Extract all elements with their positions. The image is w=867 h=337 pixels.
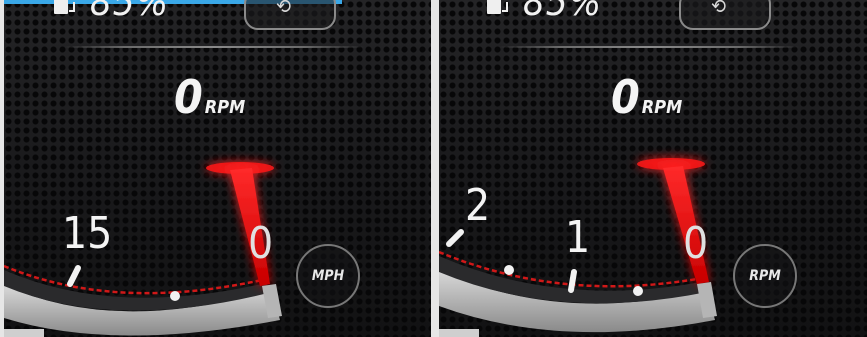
fuel-level: 85% <box>90 0 169 24</box>
header-divider <box>499 46 799 48</box>
rpm-unit: RPM <box>204 97 246 118</box>
major-tick <box>446 229 464 247</box>
unit-toggle-button[interactable]: RPM <box>733 244 797 308</box>
mode-button[interactable]: ⟲ <box>244 0 336 30</box>
tick-label-1: 1 <box>565 212 591 263</box>
header-divider <box>64 46 364 48</box>
mode-button[interactable]: ⟲ <box>679 0 771 30</box>
gauge-panel-mph: 85% ⟲ 0 RPM 15 0 MPH <box>4 0 431 337</box>
fuel-pump-icon <box>487 0 501 14</box>
minor-tick <box>633 286 643 296</box>
rpm-readout: 0 RPM <box>611 72 682 133</box>
route-icon: ⟲ <box>711 0 727 18</box>
route-icon: ⟲ <box>276 0 292 18</box>
fuel-nozzle-icon <box>69 2 75 12</box>
rpm-gauge <box>439 158 717 333</box>
gauge-panel-rpm: 85% ⟲ 0 RPM 2 1 0 RPM <box>439 0 867 337</box>
major-tick <box>67 265 81 287</box>
comparison-frame: 85% ⟲ 0 RPM 15 0 MPH 85% ⟲ 0 RPM 2 1 0 R… <box>0 0 867 337</box>
fuel-pump-icon <box>54 0 68 14</box>
minor-tick <box>170 291 180 301</box>
unit-toggle-button[interactable]: MPH <box>296 244 360 308</box>
major-tick <box>568 269 577 293</box>
bottom-bar <box>4 329 44 337</box>
tick-label-0: 0 <box>683 218 709 269</box>
rpm-value: 0 <box>174 70 203 124</box>
rpm-value: 0 <box>611 70 640 124</box>
tick-label-15: 15 <box>62 208 113 259</box>
bottom-bar <box>439 329 479 337</box>
tick-label-2: 2 <box>465 180 491 231</box>
fuel-nozzle-icon <box>502 2 508 12</box>
rpm-readout: 0 RPM <box>174 72 245 133</box>
tick-label-0: 0 <box>248 218 274 269</box>
fuel-level: 85% <box>523 0 602 24</box>
speed-gauge <box>4 162 282 336</box>
minor-tick <box>504 265 514 275</box>
rpm-unit: RPM <box>641 97 683 118</box>
